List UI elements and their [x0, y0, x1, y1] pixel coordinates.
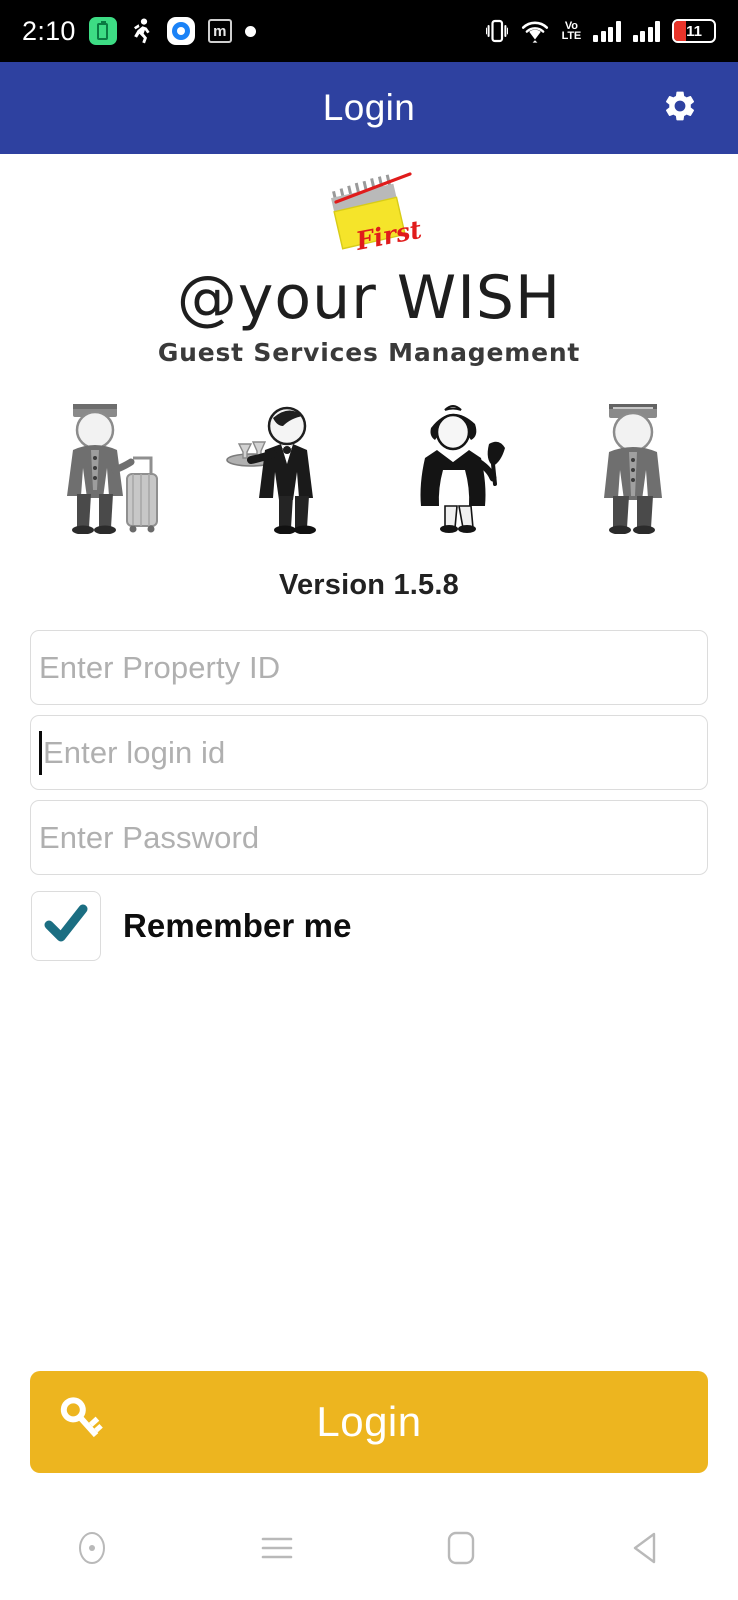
- screen-record-button[interactable]: [0, 1531, 185, 1570]
- status-bar: 2:10 m Vo LTE 11: [0, 0, 738, 62]
- login-button-label: Login: [316, 1398, 422, 1445]
- property-id-placeholder: Enter Property ID: [39, 649, 281, 685]
- menu-button[interactable]: [185, 1533, 370, 1568]
- app-bar: Login: [0, 62, 738, 154]
- volte-line-2: LTE: [561, 30, 582, 42]
- maid-with-duster-icon: [403, 398, 523, 539]
- back-button[interactable]: [554, 1529, 738, 1572]
- home-icon: [445, 1529, 477, 1572]
- login-id-field[interactable]: Enter login id: [30, 715, 708, 790]
- password-placeholder: Enter Password: [39, 819, 260, 855]
- checkmark-icon: [44, 904, 88, 949]
- bellhop-with-luggage-icon: [47, 398, 167, 539]
- version-label: Version 1.5.8: [279, 569, 459, 601]
- porter-standing-icon: [581, 398, 691, 539]
- system-navigation-bar: [0, 1500, 738, 1600]
- activity-walk-icon: [130, 18, 154, 44]
- brand-title: @your WISH: [176, 263, 562, 333]
- signal-sim2-icon: [632, 20, 660, 42]
- password-field[interactable]: Enter Password: [30, 800, 708, 875]
- battery-saver-icon: [88, 17, 117, 45]
- volte-icon: Vo LTE: [561, 21, 582, 42]
- login-id-placeholder: Enter login id: [43, 734, 226, 770]
- m-box-icon: m: [207, 19, 232, 43]
- key-icon: [56, 1394, 108, 1451]
- battery-icon: 11: [672, 19, 716, 43]
- brand-block: First @your WISH Guest Services Manageme…: [0, 154, 738, 367]
- brand-subtitle: Guest Services Management: [157, 338, 581, 367]
- wifi-icon: [520, 18, 550, 44]
- vibrate-icon: [484, 17, 509, 45]
- remember-me-checkbox[interactable]: [31, 891, 101, 961]
- back-icon: [628, 1529, 664, 1572]
- login-form: Enter Property ID Enter login id Enter P…: [0, 630, 738, 961]
- hotel-staff-illustration: [0, 399, 738, 539]
- gear-icon: [662, 88, 698, 129]
- signal-sim1-icon: [593, 20, 621, 42]
- status-bar-clock: 2:10: [22, 15, 76, 46]
- page-title: Login: [322, 87, 416, 128]
- remember-me-label: Remember me: [123, 907, 352, 944]
- status-bar-right-group: Vo LTE 11: [484, 17, 716, 45]
- blue-circle-app-icon: [166, 17, 195, 45]
- screen-record-icon: [75, 1531, 109, 1570]
- property-id-field[interactable]: Enter Property ID: [30, 630, 708, 705]
- battery-percent-label: 11: [686, 22, 702, 40]
- text-caret: [39, 730, 42, 775]
- home-button[interactable]: [369, 1529, 554, 1572]
- status-bar-left-group: 2:10 m: [22, 16, 256, 47]
- remember-me-row[interactable]: Remember me: [30, 891, 708, 961]
- login-screen-content: First @your WISH Guest Services Manageme…: [0, 154, 738, 1600]
- login-button[interactable]: Login: [30, 1371, 708, 1473]
- notepad-first-logo: First: [0, 170, 738, 262]
- menu-icon: [259, 1533, 295, 1568]
- dot-icon: [244, 25, 256, 37]
- settings-button[interactable]: [660, 88, 700, 128]
- waiter-with-tray-icon: [225, 398, 345, 539]
